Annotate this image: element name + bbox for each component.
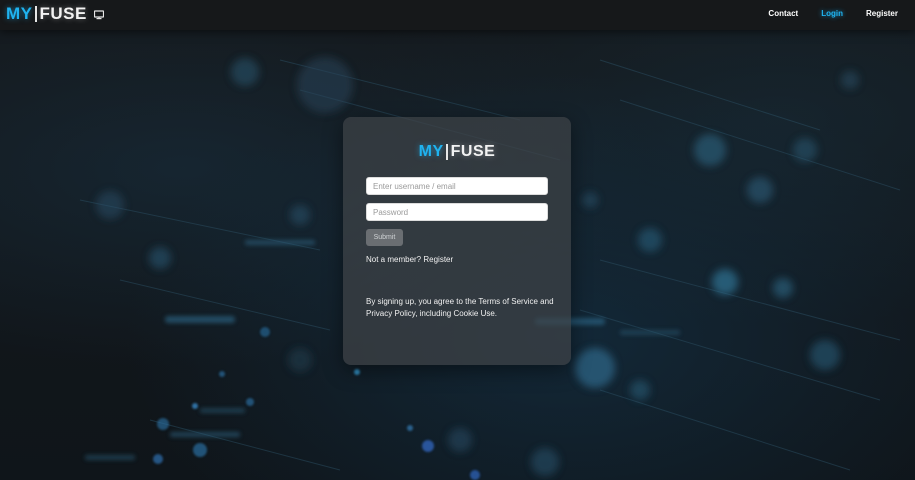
nav-contact-link[interactable]: Contact — [768, 9, 798, 18]
nav-register-link[interactable]: Register — [866, 9, 898, 18]
register-link[interactable]: Register — [423, 255, 453, 264]
member-prompt: Not a member? Register — [366, 255, 453, 264]
nav-login-link[interactable]: Login — [821, 9, 843, 18]
member-prompt-text: Not a member? — [366, 255, 422, 264]
password-input[interactable] — [366, 203, 548, 221]
card-logo-my-text: MY — [418, 143, 444, 160]
card-logo-fuse-text: FUSE — [450, 143, 496, 160]
card-logo-divider — [445, 144, 448, 160]
logo-fuse-text: FUSE — [39, 4, 87, 23]
terms-notice: By signing up, you agree to the Terms of… — [366, 297, 554, 318]
logo-divider — [34, 6, 37, 22]
submit-button[interactable]: Submit — [366, 229, 403, 246]
top-navbar: MY FUSE Contact Login Register — [0, 0, 915, 30]
card-logo: MY FUSE — [343, 143, 571, 161]
logo-my-text: MY — [6, 4, 33, 23]
monitor-icon — [93, 10, 104, 20]
username-email-input[interactable] — [366, 177, 548, 195]
login-card: MY FUSE Submit Not a member? Register By… — [343, 117, 571, 365]
brand-logo-link[interactable]: MY FUSE — [6, 4, 104, 24]
main-nav: Contact Login Register — [745, 9, 898, 18]
